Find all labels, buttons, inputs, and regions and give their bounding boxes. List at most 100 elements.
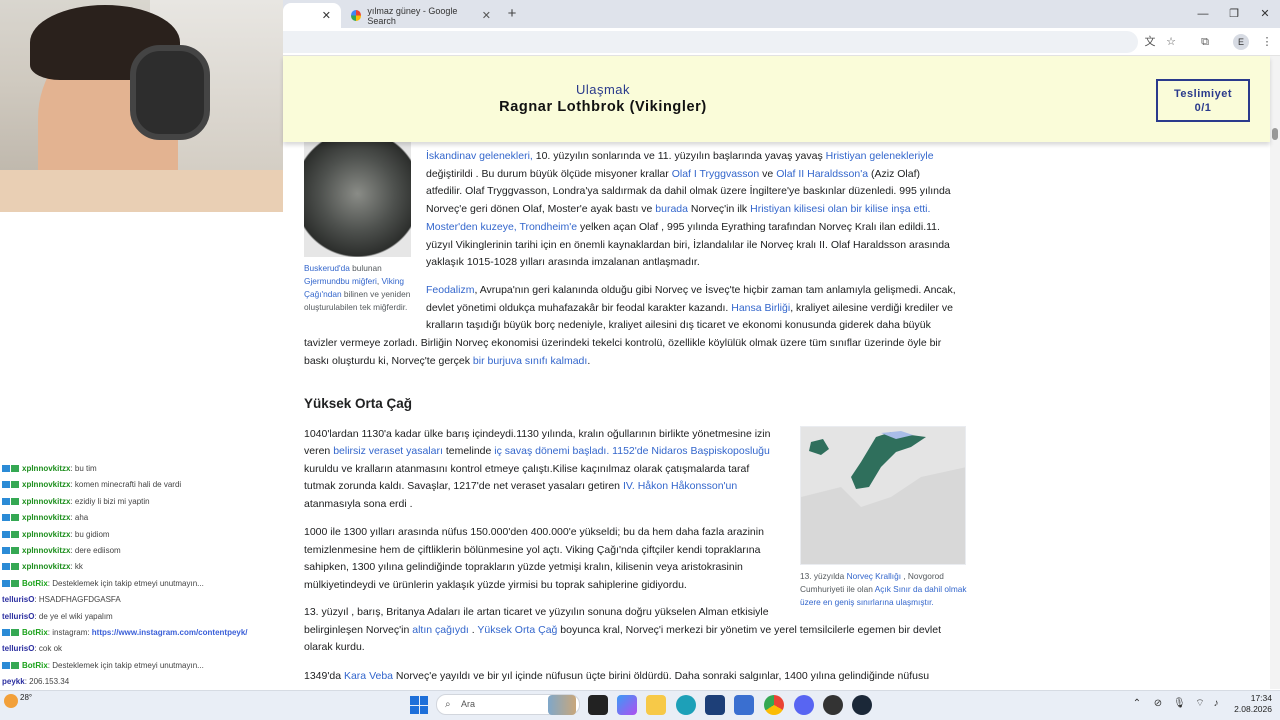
wiki-link[interactable]: Hristiyan gelenekleriyle xyxy=(826,150,934,162)
store-icon[interactable] xyxy=(705,695,725,715)
wifi-icon[interactable]: ⌔ xyxy=(1194,698,1206,710)
copilot-icon[interactable] xyxy=(617,695,637,715)
text-line: devlet yönetimi oldukça muhafazakâr bir … xyxy=(426,300,953,318)
network-off-icon[interactable]: ⊘ xyxy=(1152,698,1164,710)
text-line: veren belirsiz veraset yasaları temelind… xyxy=(304,443,770,461)
tab-google-search[interactable]: yılmaz güney - Google Search ✕ xyxy=(341,3,501,28)
chat-username[interactable]: tellurisO xyxy=(2,595,34,604)
wiki-link[interactable]: Olaf II Haraldsson'a xyxy=(776,168,868,180)
chat-username[interactable]: xpInnovkitzx xyxy=(22,562,70,571)
chat-username[interactable]: tellurisO xyxy=(2,612,34,621)
badge-icon xyxy=(11,481,19,489)
chat-text: : Desteklemek için takip etmeyi unutmayı… xyxy=(47,578,204,588)
wiki-link[interactable]: İskandinav gelenekleri, xyxy=(426,150,533,162)
wiki-link[interactable]: burada xyxy=(655,203,688,215)
wiki-link[interactable]: bir burjuva sınıfı kalmadı xyxy=(473,355,587,367)
wiki-link[interactable]: Olaf I Tryggvasson xyxy=(672,168,760,180)
plus-icon[interactable]: + xyxy=(503,5,521,23)
wiki-link[interactable]: altın çağıydı xyxy=(412,624,469,636)
text-line: temizlenmesine hem de çiftliklerin bölün… xyxy=(304,542,760,560)
chat-username[interactable]: xpInnovkitzx xyxy=(22,497,70,506)
chat-username[interactable]: BotRix xyxy=(22,579,48,588)
text-segment: (Aziz Olaf) xyxy=(868,167,920,180)
chat-username[interactable]: xpInnovkitzx xyxy=(22,480,70,489)
wiki-link[interactable]: Feodalizm xyxy=(426,284,474,296)
text-line: olarak kurdu. xyxy=(304,639,365,657)
outlook-icon[interactable] xyxy=(734,695,754,715)
chat-username[interactable]: xpInnovkitzx xyxy=(22,464,70,473)
restore-icon[interactable]: ❐ xyxy=(1224,5,1244,23)
close-icon[interactable]: ✕ xyxy=(482,9,491,22)
tab-active[interactable]: ✕ xyxy=(283,3,341,28)
wiki-link[interactable]: belirsiz veraset yasaları xyxy=(333,445,443,457)
helmet-image[interactable] xyxy=(304,142,411,257)
microphone-icon[interactable]: 🎙 xyxy=(1173,698,1186,710)
tab-label: yılmaz güney - Google Search xyxy=(367,5,458,26)
scrollbar[interactable] xyxy=(1270,56,1280,689)
wiki-link[interactable]: iç savaş dönemi başladı. 1152'de Nidaros… xyxy=(494,445,770,457)
kebab-menu-icon[interactable]: ⋮ xyxy=(1258,33,1276,51)
chat-message: xpInnovkitzx: kk xyxy=(2,562,83,571)
text-segment: yaklaşık 1015-1028 yılları arasında imza… xyxy=(426,256,700,269)
chat-text: : bu tim xyxy=(70,464,97,473)
wiki-link[interactable]: Moster'den kuzeye, Trondheim'e xyxy=(426,221,577,233)
chat-message: xpInnovkitzx: bu tim xyxy=(2,464,97,473)
text-segment: devlet yönetimi oldukça muhafazakâr bir … xyxy=(426,301,732,314)
chat-link[interactable]: https://www.instagram.com/contentpeyk/ xyxy=(92,628,248,637)
chat-message: xpInnovkitzx: ezidiy li bizi mi yaptin xyxy=(2,497,150,506)
target-title: Ragnar Lothbrok (Vikingler) xyxy=(499,99,707,115)
taskbar xyxy=(0,690,1280,720)
translate-icon[interactable]: 文 xyxy=(1141,33,1159,51)
chat-username[interactable]: xpInnovkitzx xyxy=(22,513,70,522)
star-icon[interactable]: ☆ xyxy=(1162,33,1180,51)
chat-username[interactable]: xpInnovkitzx xyxy=(22,530,70,539)
close-icon[interactable]: ✕ xyxy=(322,9,331,22)
edge-icon[interactable] xyxy=(676,695,696,715)
badge-icon xyxy=(2,547,10,554)
profile-avatar[interactable]: E xyxy=(1233,34,1249,50)
text-segment: mülkiyetindeydi ve ürünlerin yaklaşık yü… xyxy=(304,579,687,592)
chat-username[interactable]: BotRix xyxy=(22,628,48,637)
badge-icon xyxy=(2,629,10,636)
map-image[interactable] xyxy=(800,426,966,565)
chat-username[interactable]: peykk xyxy=(2,677,25,686)
steam-icon[interactable] xyxy=(852,695,872,715)
submission-counter[interactable]: Teslimiyet 0/1 xyxy=(1156,79,1250,122)
wiki-link[interactable]: Kara Veba xyxy=(344,670,393,682)
text-segment: 10. yüzyılın sonlarında ve 11. yüzyılın … xyxy=(532,150,826,162)
text-line: Moster'den kuzeye, Trondheim'e yelken aç… xyxy=(426,219,940,237)
wiki-link[interactable]: IV. Håkon Håkonsson'un xyxy=(623,480,737,492)
chevron-up-icon[interactable]: ⌃ xyxy=(1131,698,1143,710)
minimize-icon[interactable]: — xyxy=(1193,5,1213,23)
close-window-icon[interactable]: ✕ xyxy=(1255,5,1275,23)
search-highlight-icon xyxy=(548,695,576,715)
extensions-icon[interactable]: ⧉ xyxy=(1196,33,1214,51)
helmet-caption: Buskerud'da bulunan Gjermundbu miğferi, … xyxy=(304,263,411,312)
obs-icon[interactable] xyxy=(823,695,843,715)
badge-icon xyxy=(2,530,10,538)
address-bar[interactable] xyxy=(283,31,1138,53)
file-explorer-icon[interactable] xyxy=(646,695,666,715)
chat-text: : de ye el wiki yapalım xyxy=(34,611,113,621)
task-view-icon[interactable] xyxy=(588,695,608,715)
discord-icon[interactable] xyxy=(794,695,814,715)
volume-icon[interactable]: ♪ xyxy=(1210,698,1222,710)
wiki-link[interactable]: Hristiyan kilisesi olan bir kilise inşa … xyxy=(750,203,930,215)
scrollbar-thumb[interactable] xyxy=(1272,128,1278,140)
wiki-link[interactable]: Yüksek Orta Çağ xyxy=(477,624,557,636)
clock[interactable]: 17:34 2.08.2026 xyxy=(1226,693,1272,715)
weather-icon[interactable] xyxy=(4,694,18,708)
badge-icon xyxy=(2,661,10,669)
submission-count: 0/1 xyxy=(1194,102,1212,114)
chrome-icon[interactable] xyxy=(764,695,784,715)
text-line: kuruldu ve kralların atanmasını kontrol … xyxy=(304,461,749,479)
text-line: baskı oluşturdu ki, Norveç'te gerçek bir… xyxy=(304,353,590,371)
chat-username[interactable]: xpInnovkitzx xyxy=(22,546,70,555)
badge-icon xyxy=(11,465,19,472)
windows-start-icon[interactable] xyxy=(410,696,428,714)
text-line: 1040'lardan 1130'a kadar ülke barış için… xyxy=(304,426,770,444)
search-icon: ⌕ xyxy=(445,699,451,710)
chat-username[interactable]: BotRix xyxy=(22,661,48,670)
wiki-link[interactable]: Hansa Birliği xyxy=(731,302,790,314)
chat-username[interactable]: tellurisO xyxy=(2,644,34,653)
